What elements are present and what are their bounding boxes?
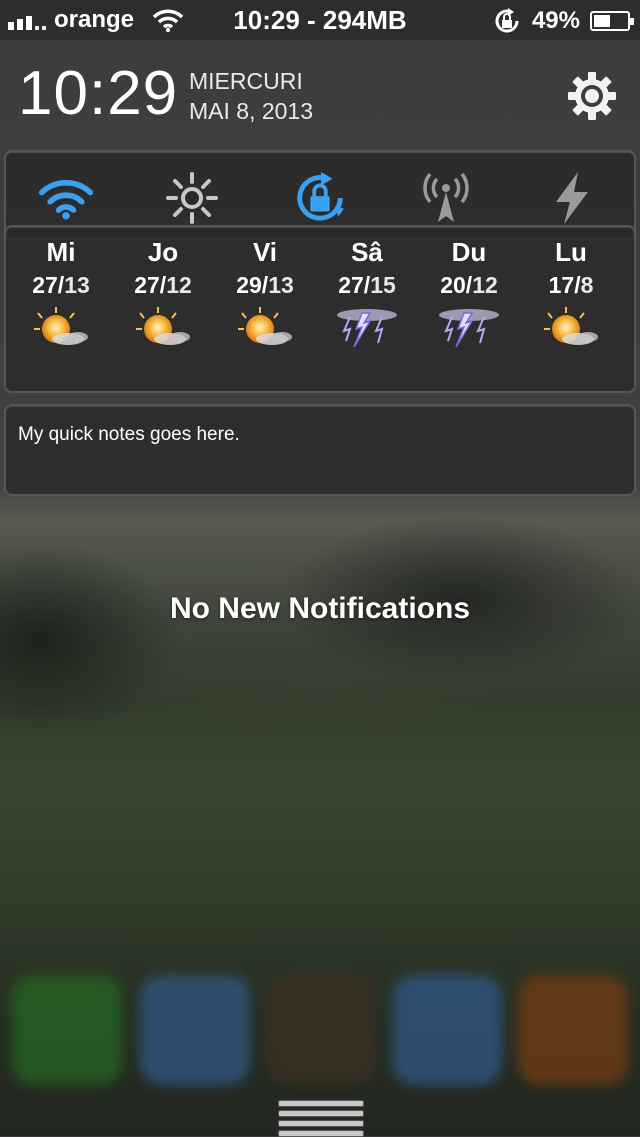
weather-day-6: Lu 17/8: [521, 237, 621, 351]
battery-percent: 49%: [531, 7, 580, 34]
clock-day: MIERCURI: [189, 68, 303, 94]
quick-notes-text[interactable]: My quick notes goes here.: [18, 424, 240, 446]
weather-day-name: Vi: [252, 237, 278, 267]
rotation-lock-toggle[interactable]: [292, 170, 348, 226]
weather-temps: 20/12: [419, 272, 519, 299]
brightness-sun-icon: [166, 172, 218, 224]
weather-temps: 27/15: [317, 272, 417, 299]
weather-high: 17/: [548, 272, 581, 298]
weather-day-1: Mi 27/13: [11, 237, 111, 351]
wifi-toggle[interactable]: [38, 170, 94, 226]
weather-day-2: Jo 27/12: [113, 237, 213, 351]
pull-handle[interactable]: [278, 1100, 364, 1137]
weather-day-name: Sâ: [351, 237, 383, 267]
brightness-toggle[interactable]: [164, 170, 220, 226]
sun-cloud-icon: [128, 305, 198, 351]
weather-day-name: Mi: [46, 237, 76, 267]
wifi-icon: [38, 180, 94, 220]
status-bar: orange 10:29 - 294MB 49%: [0, 0, 640, 40]
antenna-icon: [423, 172, 469, 222]
quick-notes-panel[interactable]: My quick notes goes here.: [4, 404, 636, 496]
weather-temps: 17/8: [521, 272, 621, 299]
cellular-data-toggle[interactable]: [418, 170, 474, 226]
rotation-lock-icon: [297, 171, 345, 221]
weather-high: 29/: [236, 272, 269, 298]
thunderstorm-icon: [332, 305, 402, 351]
weather-temps: 27/12: [113, 272, 213, 299]
weather-high: 20/: [440, 272, 473, 298]
weather-low: 15: [370, 272, 396, 298]
weather-temps: 29/13: [215, 272, 315, 299]
weather-temps: 27/13: [11, 272, 111, 299]
weather-panel: Mi 27/13 Jo 27/12 Vi 29/13 Sâ 27/15 Du 20/12 Lu 17/…: [4, 225, 636, 393]
weather-day-3: Vi 29/13: [215, 237, 315, 351]
battery-fill: [594, 15, 610, 27]
lightning-bolt-icon: [556, 172, 588, 224]
weather-day-name: Lu: [555, 237, 587, 267]
sun-cloud-icon: [230, 305, 300, 351]
weather-high: 27/: [338, 272, 371, 298]
weather-day-name: Jo: [147, 237, 179, 267]
rotation-lock-icon: [495, 8, 519, 33]
power-toggle[interactable]: [544, 170, 600, 226]
weather-day-4: Sâ 27/15: [317, 237, 417, 351]
weather-day-name: Du: [451, 237, 487, 267]
sun-cloud-icon: [536, 305, 606, 351]
thunderstorm-icon: [434, 305, 504, 351]
battery-icon: [590, 11, 634, 31]
weather-low: 8: [580, 272, 594, 298]
weather-day-5: Du 20/12: [419, 237, 519, 351]
weather-high: 27/: [32, 272, 65, 298]
weather-low: 13: [64, 272, 90, 298]
clock-date: MAI 8, 2013: [189, 98, 314, 124]
clock-time: 10:29: [18, 59, 179, 128]
weather-high: 27/: [134, 272, 167, 298]
sun-cloud-icon: [26, 305, 96, 351]
weather-low: 12: [472, 272, 498, 298]
no-notifications-label: No New Notifications: [169, 592, 470, 625]
settings-gear-icon[interactable]: [566, 70, 618, 122]
weather-low: 12: [166, 272, 192, 298]
weather-low: 13: [268, 272, 294, 298]
